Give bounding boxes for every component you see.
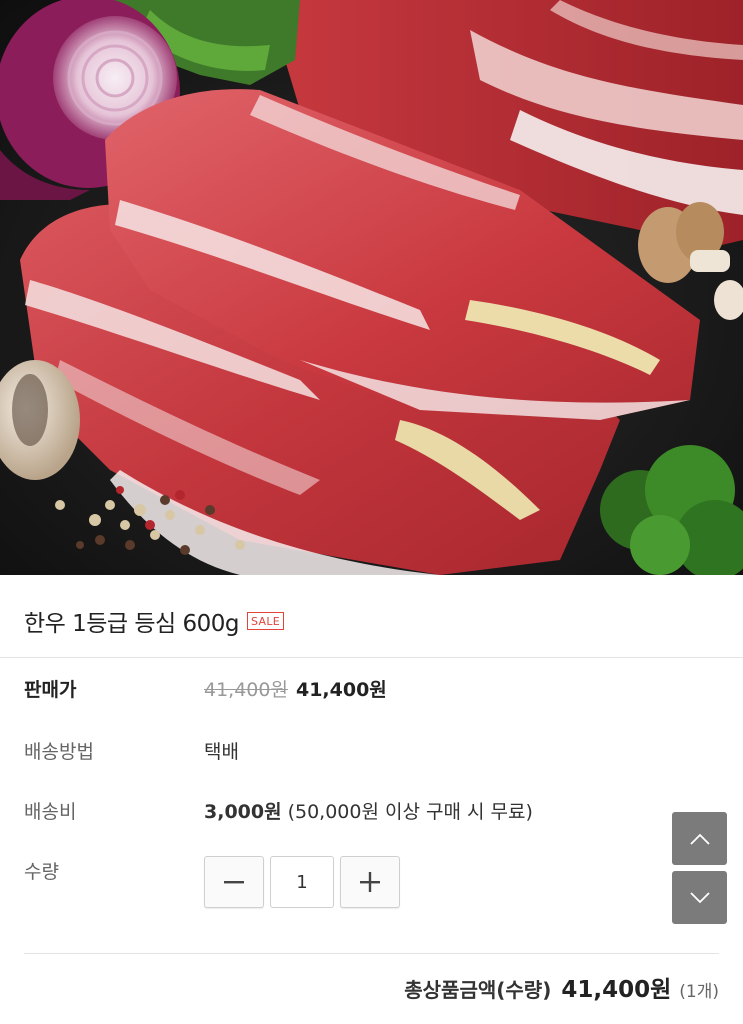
sale-badge: SALE xyxy=(247,612,285,630)
original-price: 41,400원 xyxy=(204,679,288,701)
divider xyxy=(0,657,743,658)
scroll-down-button[interactable] xyxy=(672,871,727,924)
quantity-input[interactable]: 1 xyxy=(270,856,334,908)
total-amount: 41,400원 xyxy=(561,977,672,1003)
product-image xyxy=(0,0,743,575)
quantity-label: 수량 xyxy=(24,860,59,883)
product-title: 한우 1등급 등심 600g xyxy=(24,611,240,637)
shipping-fee-value: 3,000원 xyxy=(204,801,282,823)
plus-icon xyxy=(360,872,380,892)
chevron-down-icon xyxy=(689,891,710,903)
product-title-row: 한우 1등급 등심 600g SALE xyxy=(24,604,285,638)
minus-icon xyxy=(224,881,244,884)
quantity-stepper: 1 xyxy=(204,856,400,908)
total-count: (1개) xyxy=(679,982,719,1002)
total-label: 총상품금액(수량) xyxy=(404,978,552,1002)
shipping-fee-label: 배송비 xyxy=(24,801,77,823)
total-row: 총상품금액(수량) 41,400원 (1개) xyxy=(404,970,719,1004)
chevron-up-icon xyxy=(689,833,710,845)
increase-quantity-button[interactable] xyxy=(340,856,400,908)
shipping-method-value: 택배 xyxy=(204,741,239,763)
divider xyxy=(24,953,719,954)
price-label: 판매가 xyxy=(24,679,77,701)
shipping-method-row: 배송방법 택배 xyxy=(24,737,239,764)
shipping-method-label: 배송방법 xyxy=(24,741,94,763)
quantity-row: 수량 1 xyxy=(24,856,400,908)
shipping-fee-note: (50,000원 이상 구매 시 무료) xyxy=(287,801,533,823)
scroll-up-button[interactable] xyxy=(672,812,727,865)
decrease-quantity-button[interactable] xyxy=(204,856,264,908)
shipping-fee-row: 배송비 3,000원 (50,000원 이상 구매 시 무료) xyxy=(24,797,533,824)
price-row: 판매가 41,400원 41,400원 xyxy=(24,675,387,702)
sale-price: 41,400원 xyxy=(295,679,387,701)
